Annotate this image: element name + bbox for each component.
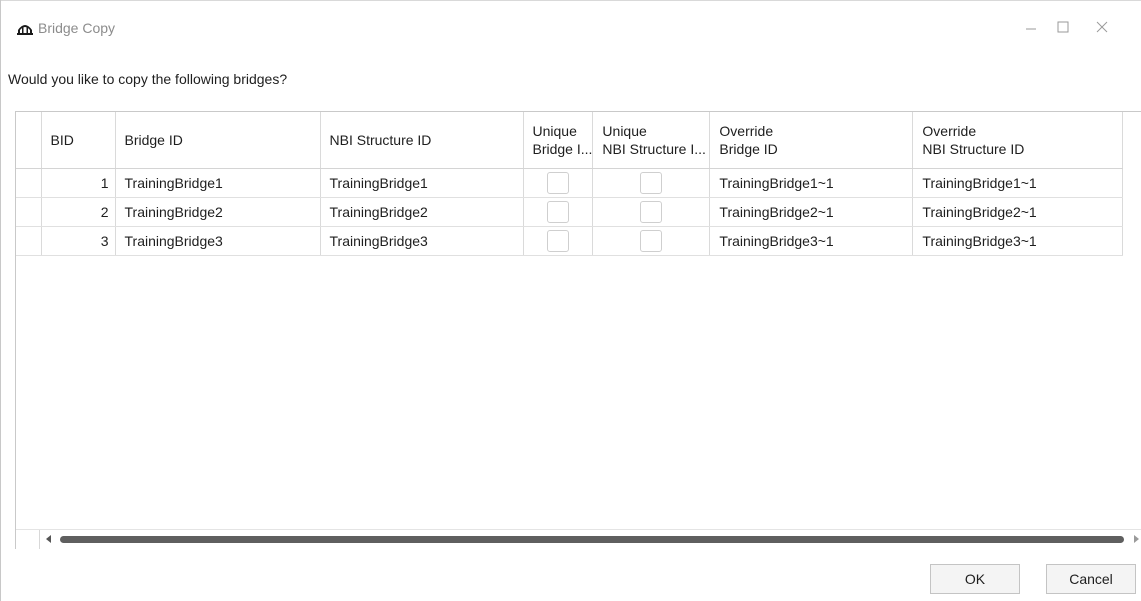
unique-nbi-structure-id-checkbox[interactable] <box>640 172 663 194</box>
column-header-line: Override <box>719 123 774 139</box>
override-bridge-id-cell[interactable]: TrainingBridge3~1 <box>709 226 914 256</box>
column-header-nbi-structure-id[interactable]: NBI Structure ID <box>320 112 524 169</box>
override-nbi-structure-id-cell[interactable]: TrainingBridge1~1 <box>912 168 1124 198</box>
unique-nbi-structure-id-checkbox[interactable] <box>640 201 663 223</box>
close-button[interactable] <box>1082 12 1122 42</box>
bid-cell: 2 <box>41 197 116 227</box>
table-row[interactable]: 3 TrainingBridge3 TrainingBridge3 Traini… <box>16 226 1124 256</box>
column-header-line: Unique <box>602 123 647 139</box>
unique-nbi-structure-id-checkbox[interactable] <box>640 230 663 252</box>
row-selector[interactable] <box>16 226 42 256</box>
bridge-id-cell[interactable]: TrainingBridge3 <box>115 226 321 256</box>
column-header-bridge-id[interactable]: Bridge ID <box>115 112 321 169</box>
nbi-structure-id-cell[interactable]: TrainingBridge1 <box>320 168 524 198</box>
column-header-line: Bridge ID <box>719 141 778 157</box>
override-bridge-id-cell[interactable]: TrainingBridge2~1 <box>709 197 914 227</box>
bridges-table: BID Bridge ID NBI Structure ID Unique Br… <box>16 112 1124 256</box>
prompt-text: Would you like to copy the following bri… <box>8 71 288 87</box>
nbi-structure-id-cell[interactable]: TrainingBridge3 <box>320 226 524 256</box>
unique-bridge-id-cell <box>523 168 594 198</box>
row-selector[interactable] <box>16 168 42 198</box>
column-header-override-bridge-id[interactable]: Override Bridge ID <box>709 112 914 169</box>
column-header-unique-nbi-structure-id[interactable]: Unique NBI Structure I... <box>592 112 711 169</box>
nbi-structure-id-cell[interactable]: TrainingBridge2 <box>320 197 524 227</box>
scrollbar-corner <box>16 530 40 549</box>
table-row[interactable]: 1 TrainingBridge1 TrainingBridge1 Traini… <box>16 168 1124 198</box>
minimize-icon <box>1026 28 1036 30</box>
table-row[interactable]: 2 TrainingBridge2 TrainingBridge2 Traini… <box>16 197 1124 227</box>
horizontal-scrollbar[interactable] <box>16 529 1141 549</box>
override-nbi-structure-id-cell[interactable]: TrainingBridge2~1 <box>912 197 1124 227</box>
unique-nbi-structure-id-cell <box>592 226 711 256</box>
maximize-icon <box>1057 21 1069 33</box>
unique-bridge-id-checkbox[interactable] <box>546 230 569 252</box>
bridge-id-cell[interactable]: TrainingBridge1 <box>115 168 321 198</box>
unique-nbi-structure-id-cell <box>592 197 711 227</box>
header-row: BID Bridge ID NBI Structure ID Unique Br… <box>16 112 1124 169</box>
column-header-line: NBI Structure I... <box>602 141 706 157</box>
bridge-icon <box>17 25 33 35</box>
unique-bridge-id-cell <box>523 197 594 227</box>
scroll-left-arrow-icon[interactable] <box>46 535 51 543</box>
column-header-unique-bridge-id[interactable]: Unique Bridge I... <box>523 112 594 169</box>
close-icon <box>1096 21 1108 33</box>
unique-bridge-id-cell <box>523 226 594 256</box>
bid-cell: 1 <box>41 168 116 198</box>
column-header-line: NBI Structure ID <box>922 141 1025 157</box>
title-bar: Bridge Copy <box>0 0 1141 40</box>
override-nbi-structure-id-cell[interactable]: TrainingBridge3~1 <box>912 226 1124 256</box>
column-header-line: Unique <box>532 123 577 139</box>
bridges-grid[interactable]: BID Bridge ID NBI Structure ID Unique Br… <box>15 111 1141 549</box>
bridge-id-cell[interactable]: TrainingBridge2 <box>115 197 321 227</box>
override-bridge-id-cell[interactable]: TrainingBridge1~1 <box>709 168 914 198</box>
cancel-button[interactable]: Cancel <box>1046 564 1136 594</box>
window-title: Bridge Copy <box>38 20 116 36</box>
row-selector[interactable] <box>16 197 42 227</box>
bid-cell: 3 <box>41 226 116 256</box>
column-header-override-nbi-structure-id[interactable]: Override NBI Structure ID <box>912 112 1124 169</box>
maximize-button[interactable] <box>1043 12 1083 42</box>
unique-bridge-id-checkbox[interactable] <box>546 201 569 223</box>
column-header-bid[interactable]: BID <box>41 112 116 169</box>
scroll-right-arrow-icon[interactable] <box>1134 535 1139 543</box>
window-left-border <box>0 0 1 601</box>
unique-nbi-structure-id-cell <box>592 168 711 198</box>
row-selector-header <box>16 112 42 169</box>
unique-bridge-id-checkbox[interactable] <box>546 172 569 194</box>
column-header-line: Override <box>922 123 977 139</box>
column-header-line: Bridge I... <box>532 141 593 157</box>
scrollbar-thumb[interactable] <box>60 536 1124 543</box>
ok-button[interactable]: OK <box>930 564 1020 594</box>
